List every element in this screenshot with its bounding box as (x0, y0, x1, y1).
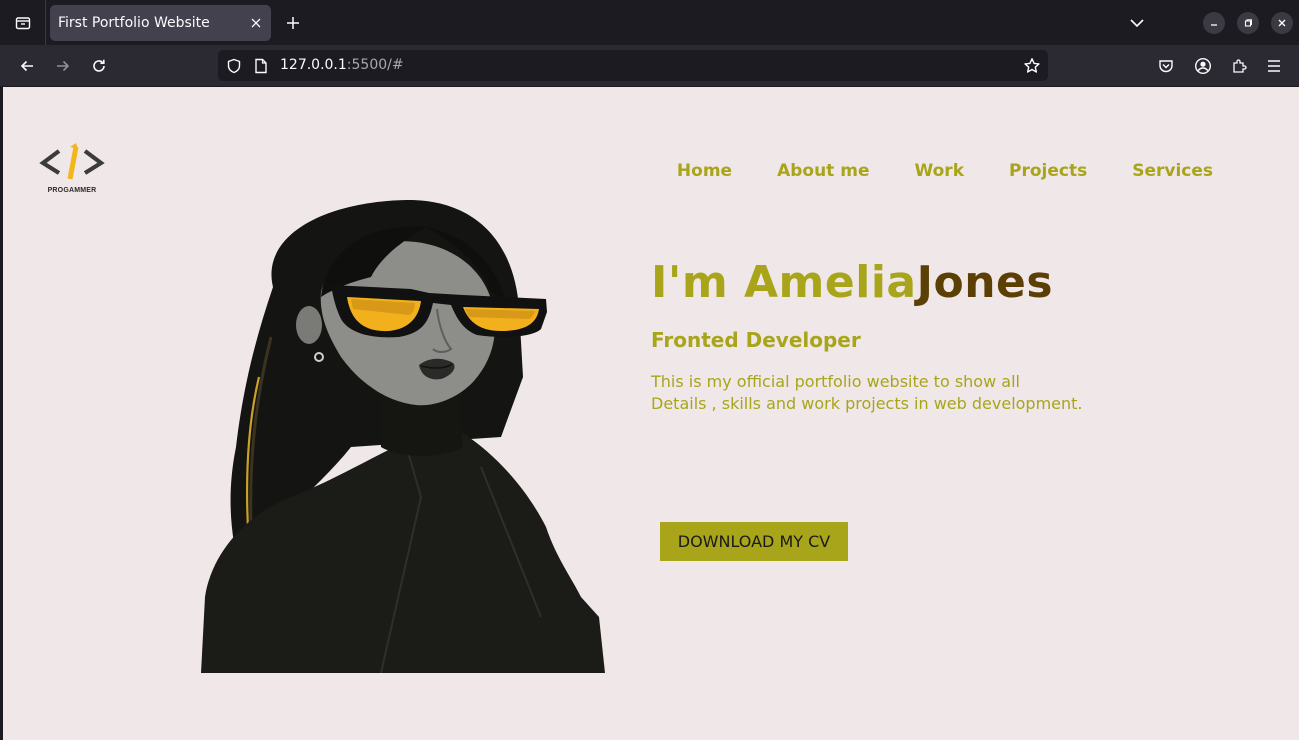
hero-last-name: Jones (916, 257, 1054, 308)
nav-link-services[interactable]: Services (1132, 161, 1213, 181)
address-bar[interactable]: 127.0.0.1:5500/# (218, 50, 1048, 81)
site-nav: Home About me Work Projects Services (677, 161, 1213, 181)
nav-link-projects[interactable]: Projects (1009, 161, 1087, 181)
hero-description: This is my official portfolio website to… (651, 371, 1091, 415)
browser-tab-bar: First Portfolio Website (0, 0, 1299, 45)
tab-separator (45, 0, 46, 45)
hero-description-line-2: Details , skills and work projects in we… (651, 393, 1083, 413)
browser-nav-bar: 127.0.0.1:5500/# (0, 45, 1299, 86)
minimize-icon[interactable] (1203, 12, 1225, 34)
pocket-icon[interactable] (1153, 53, 1179, 79)
close-window-icon[interactable] (1271, 12, 1293, 34)
shield-icon[interactable] (225, 57, 243, 75)
reload-icon[interactable] (85, 52, 113, 80)
hero-title: I'm AmeliaJones (651, 257, 1251, 310)
download-cv-button[interactable]: DOWNLOAD MY CV (660, 522, 848, 561)
firefox-view-icon[interactable] (8, 10, 38, 36)
code-brackets-icon (39, 143, 105, 180)
hero-section: I'm AmeliaJones Fronted Developer This i… (651, 257, 1251, 415)
restore-icon[interactable] (1237, 12, 1259, 34)
hero-role: Fronted Developer (651, 327, 861, 352)
hamburger-menu-icon[interactable] (1261, 53, 1287, 79)
nav-link-about[interactable]: About me (777, 161, 869, 181)
page-info-icon[interactable] (252, 57, 270, 75)
hero-first-name: I'm Amelia (651, 257, 917, 308)
logo[interactable]: PROGAMMER (39, 143, 105, 199)
chevron-down-icon[interactable] (1124, 10, 1150, 36)
logo-text: PROGAMMER (47, 187, 97, 194)
back-arrow-icon[interactable] (13, 52, 41, 80)
account-icon[interactable] (1190, 53, 1216, 79)
page-viewport: PROGAMMER Home About me Work Projects Se… (3, 87, 1299, 740)
close-tab-icon[interactable] (247, 14, 265, 32)
forward-arrow-icon[interactable] (49, 52, 77, 80)
hero-description-line-1: This is my official portfolio website to… (651, 371, 1020, 391)
profile-portrait-image (201, 199, 605, 673)
bookmark-star-icon[interactable] (1022, 56, 1042, 76)
nav-link-work[interactable]: Work (914, 161, 964, 181)
url-host: 127.0.0.1 (280, 57, 347, 73)
new-tab-icon[interactable] (280, 10, 306, 36)
nav-link-home[interactable]: Home (677, 161, 732, 181)
url-path: :5500/# (346, 57, 404, 73)
tab-title: First Portfolio Website (58, 15, 210, 31)
extensions-icon[interactable] (1226, 53, 1252, 79)
tab-active[interactable]: First Portfolio Website (50, 5, 271, 41)
url-text: 127.0.0.1:5500/# (280, 57, 404, 73)
